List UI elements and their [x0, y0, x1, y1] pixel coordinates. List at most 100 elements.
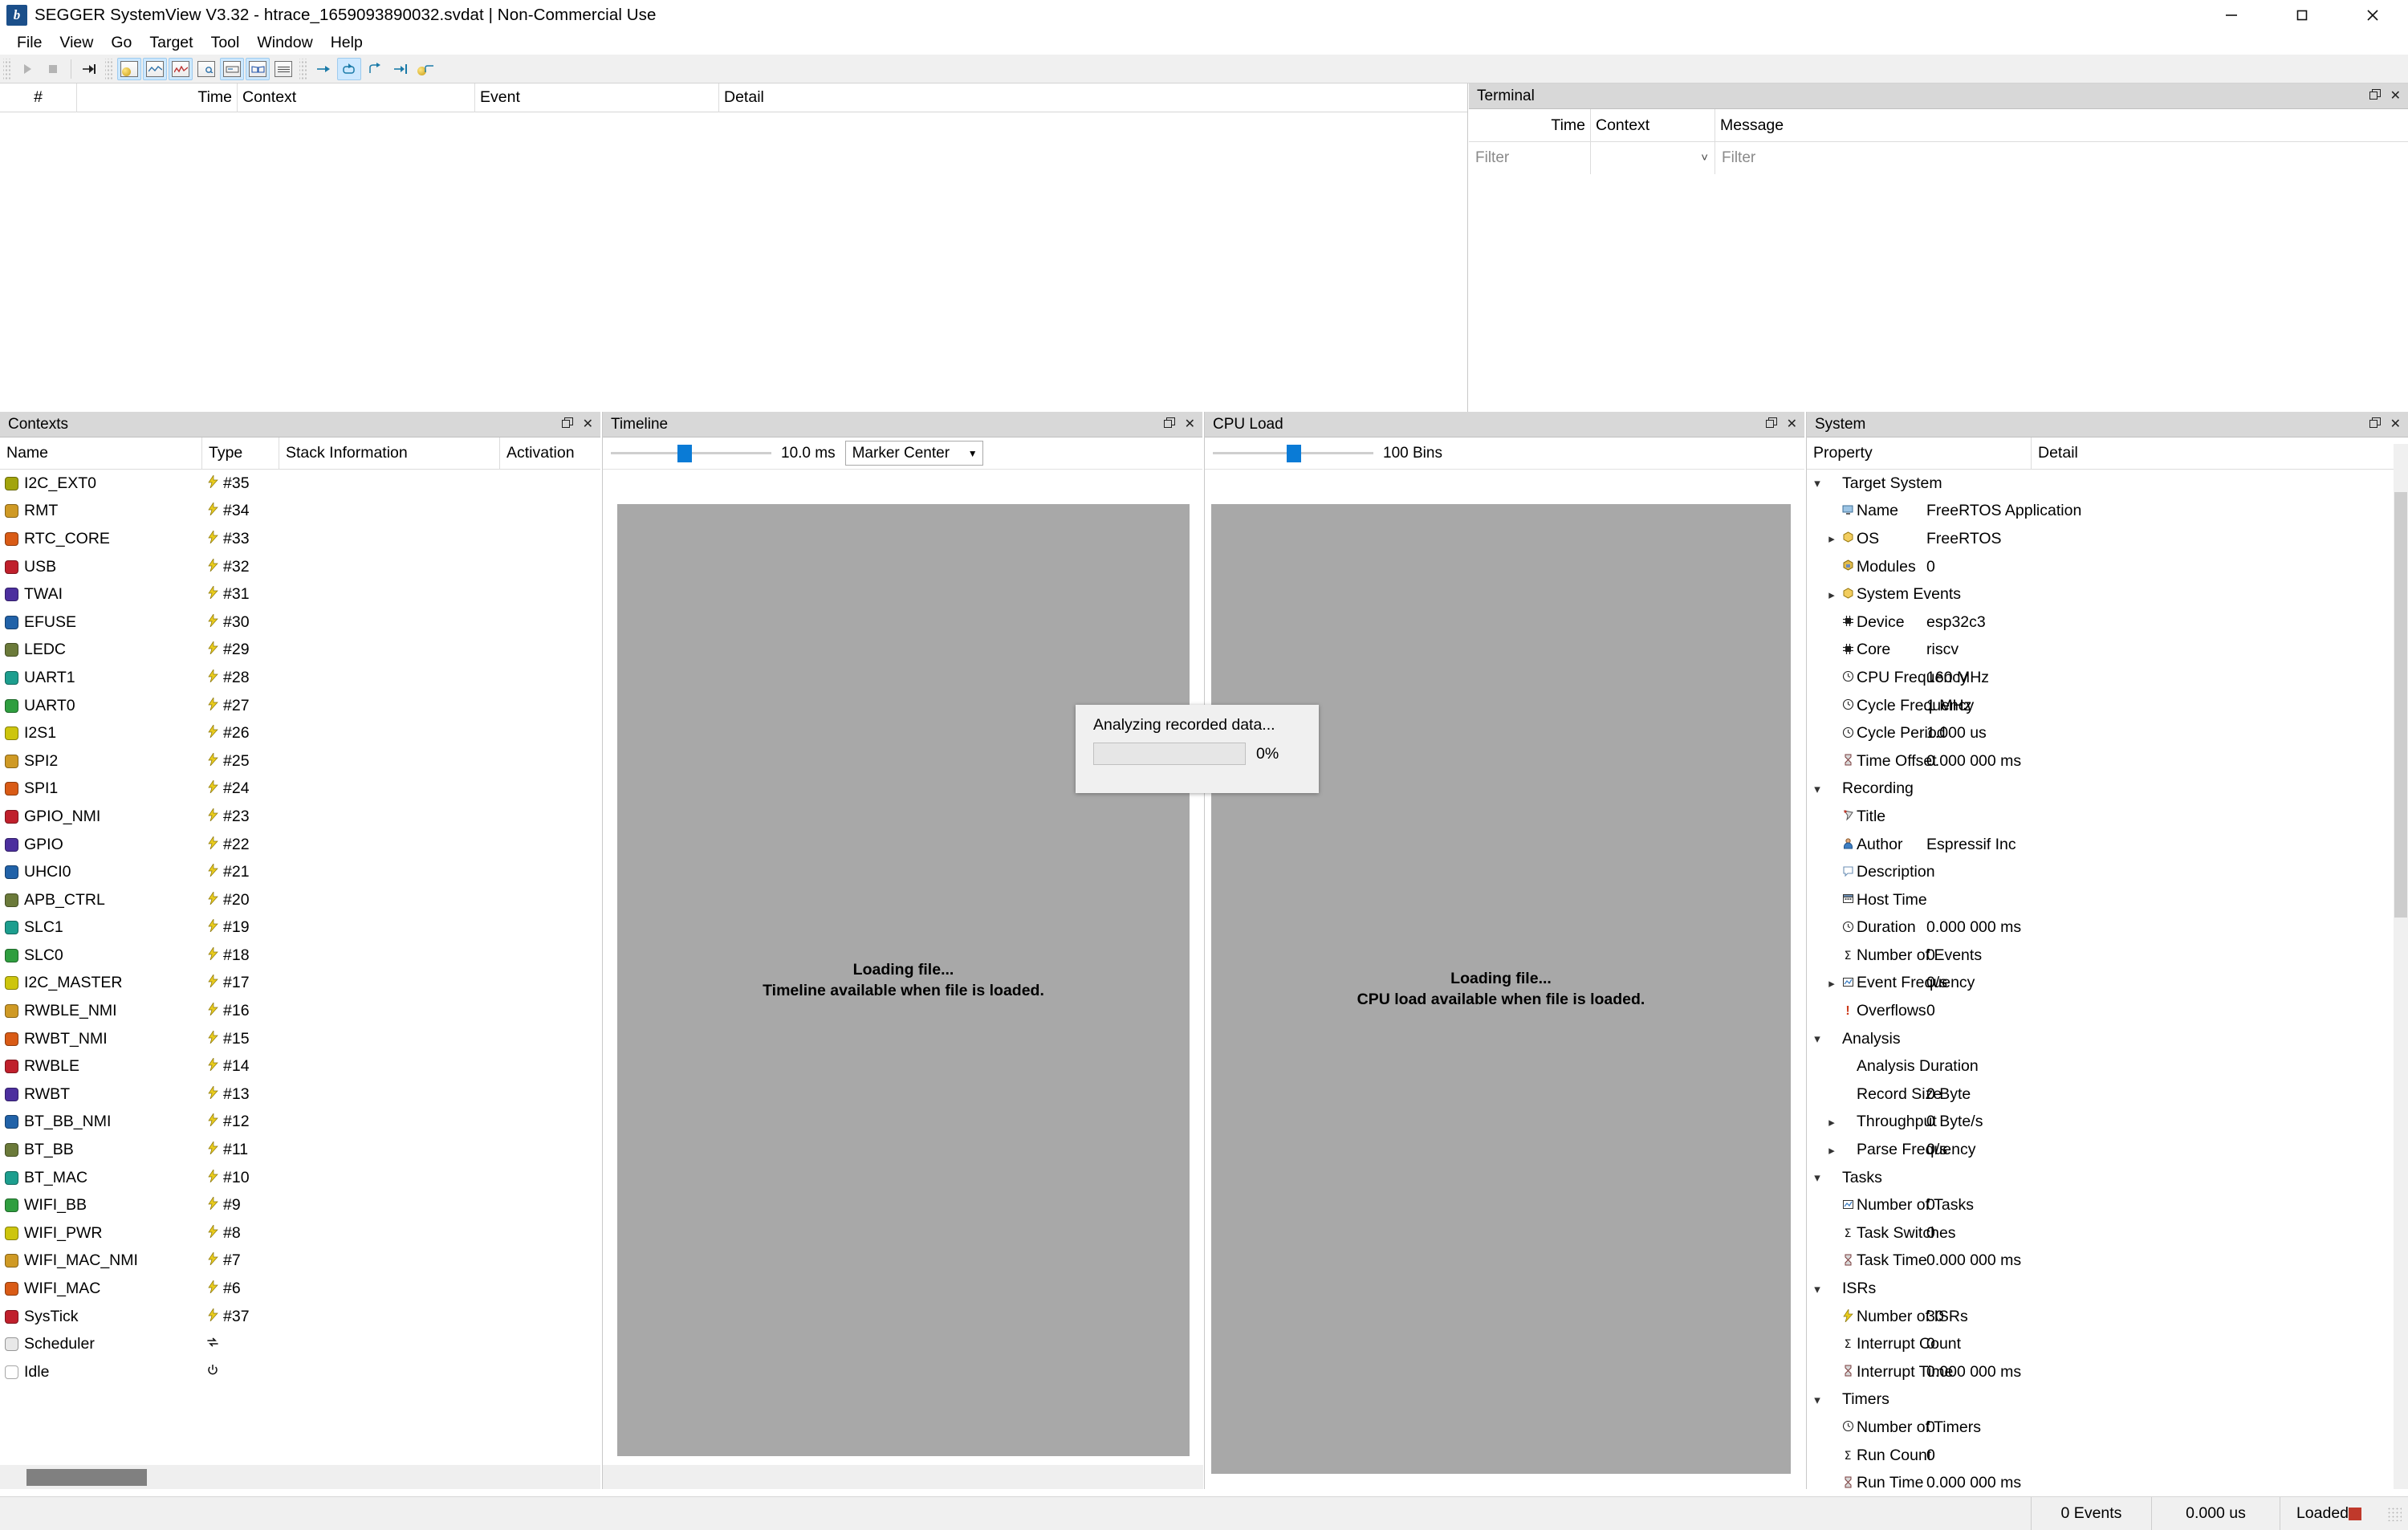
- terminal-message-filter-input[interactable]: Filter: [1715, 141, 2408, 174]
- play-button[interactable]: [15, 58, 39, 80]
- system-property-row[interactable]: ! Overflows 0: [1807, 997, 2408, 1025]
- terminal-column-context[interactable]: Context: [1591, 108, 1715, 142]
- contexts-close-icon[interactable]: ✕: [583, 417, 593, 431]
- cpu-load-close-icon[interactable]: ✕: [1787, 417, 1797, 431]
- context-row[interactable]: EFUSE #30: [0, 608, 600, 637]
- timeline-close-icon[interactable]: ✕: [1185, 417, 1195, 431]
- context-row[interactable]: BT_BB_NMI #12: [0, 1109, 600, 1137]
- close-button[interactable]: [2337, 0, 2408, 31]
- events-column-number[interactable]: #: [0, 83, 77, 112]
- cpu-load-window-button[interactable]: [143, 57, 167, 80]
- context-row[interactable]: SPI1 #24: [0, 775, 600, 804]
- system-property-row[interactable]: Σ Number of Events 0: [1807, 942, 2408, 970]
- context-row[interactable]: APB_CTRL #20: [0, 886, 600, 914]
- mark-center-button[interactable]: [337, 57, 361, 80]
- context-row[interactable]: RWBT_NMI #15: [0, 1025, 600, 1053]
- system-property-row[interactable]: Cycle Frequency 1 MHz: [1807, 692, 2408, 720]
- maximize-button[interactable]: [2267, 0, 2337, 31]
- system-column-detail[interactable]: Detail: [2032, 437, 2408, 470]
- context-row[interactable]: SysTick #37: [0, 1303, 600, 1331]
- cpu-load-float-icon[interactable]: [1765, 417, 1777, 432]
- system-property-row[interactable]: Modules 0: [1807, 553, 2408, 581]
- system-property-row[interactable]: Run Time 0.000 000 ms: [1807, 1469, 2408, 1497]
- system-column-property[interactable]: Property: [1807, 437, 2032, 470]
- system-property-row[interactable]: Author Espressif Inc: [1807, 831, 2408, 859]
- system-property-row[interactable]: Device esp32c3: [1807, 608, 2408, 637]
- context-row[interactable]: USB #32: [0, 553, 600, 581]
- timeline-float-icon[interactable]: [1163, 417, 1175, 432]
- timeline-mode-select[interactable]: Marker Center ▼: [844, 441, 983, 466]
- context-row[interactable]: WIFI_MAC #6: [0, 1275, 600, 1303]
- system-property-row[interactable]: Σ Task Switches 0: [1807, 1219, 2408, 1247]
- context-row[interactable]: UHCI0 #21: [0, 858, 600, 886]
- menu-view[interactable]: View: [51, 32, 102, 54]
- context-row[interactable]: Scheduler: [0, 1330, 600, 1358]
- events-window-button[interactable]: [194, 58, 218, 80]
- timeline-zoom-slider[interactable]: [611, 444, 771, 462]
- timeline-slider-thumb[interactable]: [677, 444, 692, 462]
- contexts-column-stack[interactable]: Stack Information: [279, 437, 500, 470]
- menu-help[interactable]: Help: [322, 32, 372, 54]
- context-row[interactable]: BT_BB #11: [0, 1136, 600, 1164]
- system-property-row[interactable]: ▾ Timers: [1807, 1386, 2408, 1414]
- expand-toggle-icon[interactable]: ▸: [1824, 588, 1839, 602]
- context-row[interactable]: I2C_MASTER #17: [0, 970, 600, 998]
- contexts-window-button[interactable]: [246, 57, 270, 80]
- stop-button[interactable]: [41, 58, 65, 80]
- context-row[interactable]: SLC0 #18: [0, 942, 600, 970]
- system-property-row[interactable]: Name FreeRTOS Application: [1807, 498, 2408, 526]
- resize-grip-icon[interactable]: [2387, 1506, 2402, 1521]
- context-row[interactable]: RWBT #13: [0, 1080, 600, 1109]
- minimize-button[interactable]: [2196, 0, 2267, 31]
- system-property-row[interactable]: ▾ ISRs: [1807, 1275, 2408, 1303]
- system-property-row[interactable]: Number of ISRs 30: [1807, 1303, 2408, 1331]
- context-row[interactable]: RTC_CORE #33: [0, 525, 600, 553]
- context-row[interactable]: LEDC #29: [0, 637, 600, 665]
- context-row[interactable]: SLC1 #19: [0, 914, 600, 942]
- toolbar-grip-3[interactable]: [299, 58, 307, 79]
- system-property-row[interactable]: ▾ Target System: [1807, 470, 2408, 498]
- contexts-horizontal-scrollbar[interactable]: [0, 1465, 600, 1489]
- context-row[interactable]: WIFI_MAC_NMI #7: [0, 1247, 600, 1276]
- system-property-row[interactable]: Number of Tasks 0: [1807, 1191, 2408, 1219]
- system-vertical-scrollbar[interactable]: [2394, 444, 2408, 1489]
- context-row[interactable]: GPIO #22: [0, 831, 600, 859]
- system-property-row[interactable]: ▾ Recording: [1807, 775, 2408, 804]
- context-row[interactable]: WIFI_BB #9: [0, 1191, 600, 1219]
- system-property-row[interactable]: ▸ OS FreeRTOS: [1807, 525, 2408, 553]
- context-row[interactable]: GPIO_NMI #23: [0, 803, 600, 831]
- context-row[interactable]: WIFI_PWR #8: [0, 1219, 600, 1247]
- system-property-row[interactable]: CPU Frequency 160 MHz: [1807, 664, 2408, 692]
- contexts-scroll-thumb[interactable]: [26, 1468, 147, 1486]
- mark-last-button[interactable]: [388, 58, 413, 80]
- terminal-float-icon[interactable]: [2369, 88, 2381, 104]
- terminal-context-filter-select[interactable]: ˅: [1591, 141, 1715, 174]
- expand-toggle-icon[interactable]: ▸: [1824, 1115, 1839, 1129]
- context-row[interactable]: UART1 #28: [0, 664, 600, 692]
- contexts-column-type[interactable]: Type: [202, 437, 279, 470]
- system-property-row[interactable]: Σ Interrupt Count 0: [1807, 1330, 2408, 1358]
- goto-end-button[interactable]: [77, 58, 101, 80]
- next-event-button[interactable]: [311, 58, 336, 80]
- context-row[interactable]: RWBLE_NMI #16: [0, 997, 600, 1025]
- context-row[interactable]: I2S1 #26: [0, 719, 600, 747]
- expand-toggle-icon[interactable]: ▾: [1810, 1393, 1824, 1407]
- expand-toggle-icon[interactable]: ▸: [1824, 531, 1839, 546]
- context-mark-button[interactable]: [414, 58, 438, 80]
- events-column-event[interactable]: Event: [475, 83, 719, 112]
- system-property-row[interactable]: Interrupt Time 0.000 000 ms: [1807, 1358, 2408, 1386]
- system-property-row[interactable]: Analysis Duration: [1807, 1052, 2408, 1080]
- terminal-window-button[interactable]: [220, 57, 244, 80]
- toolbar-grip-2[interactable]: [105, 58, 113, 79]
- system-property-row[interactable]: Description: [1807, 858, 2408, 886]
- system-window-button[interactable]: [117, 57, 141, 80]
- context-row[interactable]: SPI2 #25: [0, 747, 600, 775]
- menu-tool[interactable]: Tool: [202, 32, 249, 54]
- menu-target[interactable]: Target: [140, 32, 201, 54]
- system-property-row[interactable]: Task Time 0.000 000 ms: [1807, 1247, 2408, 1276]
- system-property-row[interactable]: ▸ Throughput 0 Byte/s: [1807, 1109, 2408, 1137]
- system-property-row[interactable]: Record Size 0 Byte: [1807, 1080, 2408, 1109]
- context-row[interactable]: UART0 #27: [0, 692, 600, 720]
- cpu-load-bins-slider[interactable]: [1213, 444, 1373, 462]
- terminal-time-filter-input[interactable]: Filter: [1469, 141, 1591, 174]
